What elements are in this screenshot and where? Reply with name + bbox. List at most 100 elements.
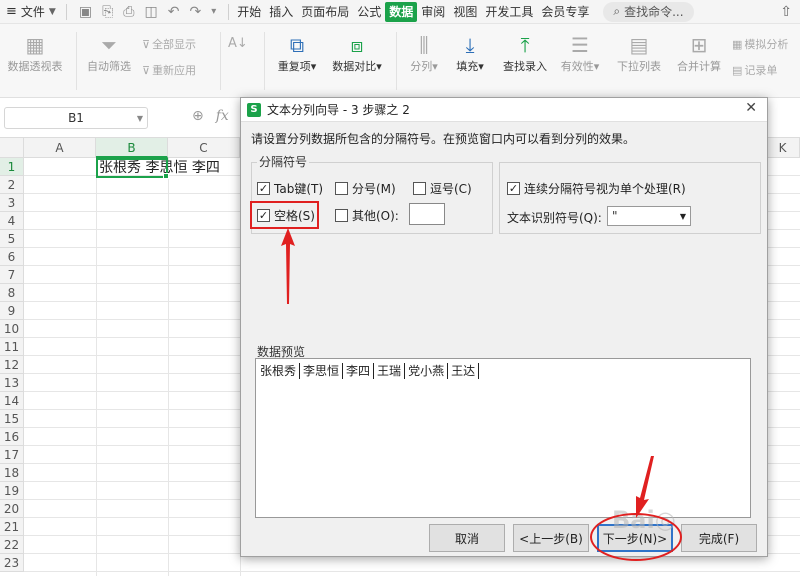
other-checkbox-label: 其他(O): (352, 209, 399, 223)
comma-checkbox[interactable]: 逗号(C) (413, 180, 472, 197)
sort-button[interactable]: A↓ (228, 36, 248, 51)
consecutive-checkbox[interactable]: ✓ 连续分隔符号视为单个处理(R) (507, 180, 686, 197)
finish-button[interactable]: 完成(F) (681, 524, 757, 552)
row-header[interactable]: 11 (0, 338, 24, 356)
pivot-table-button[interactable]: ▦ 数据透视表 (4, 32, 66, 74)
preview-cell: 党小燕 (408, 363, 449, 379)
row-header[interactable]: 16 (0, 428, 24, 446)
duplicates-icon: ⧉ (289, 33, 305, 57)
lookup-entry-button[interactable]: ⤒ 查找录入 (498, 32, 552, 74)
dialog-title: 文本分列向导 - 3 步骤之 2 (267, 103, 410, 117)
row-header[interactable]: 20 (0, 500, 24, 518)
tab-member[interactable]: 会员专享 (537, 2, 593, 22)
share-area[interactable]: ⇧ (780, 4, 800, 20)
back-button[interactable]: <上一步(B) (513, 524, 589, 552)
other-delimiter-input[interactable] (409, 203, 445, 225)
duplicates-button[interactable]: ⧉ 重复项▾ (272, 32, 322, 74)
ribbon: ▦ 数据透视表 ⏷ 自动筛选 ⊽ 全部显示 ⊽ 重新应用 A↓ ⧉ 重复项▾ ⧈… (0, 24, 800, 98)
row-header[interactable]: 21 (0, 518, 24, 536)
undo-icon[interactable]: ↶ (168, 4, 180, 20)
preview-icon[interactable]: ◫ (144, 4, 157, 20)
selected-cell-b1[interactable] (96, 158, 168, 178)
annotation-ellipse (590, 513, 682, 561)
comma-checkbox-label: 逗号(C) (430, 182, 472, 196)
row-header[interactable]: 15 (0, 410, 24, 428)
dialog-title-bar[interactable]: S 文本分列向导 - 3 步骤之 2 ✕ (241, 98, 767, 122)
reapply-button[interactable]: ⊽ 重新应用 (142, 62, 196, 78)
show-all-label: 全部显示 (152, 38, 197, 51)
other-checkbox[interactable]: 其他(O): (335, 207, 399, 224)
consecutive-checkbox-label: 连续分隔符号视为单个处理(R) (524, 182, 686, 196)
tab-home[interactable]: 开始 (233, 2, 265, 22)
row-header[interactable]: 7 (0, 266, 24, 284)
tab-review[interactable]: 审阅 (417, 2, 449, 22)
semicolon-checkbox[interactable]: 分号(M) (335, 180, 396, 197)
row-header[interactable]: 17 (0, 446, 24, 464)
show-all-button[interactable]: ⊽ 全部显示 (142, 36, 196, 52)
export-icon[interactable]: ⎘ (102, 4, 113, 20)
dropdown-list-button[interactable]: ▤ 下拉列表 (614, 32, 664, 74)
row-header[interactable]: 8 (0, 284, 24, 302)
row-header[interactable]: 12 (0, 356, 24, 374)
row-header[interactable]: 19 (0, 482, 24, 500)
column-header-c[interactable]: C (168, 138, 240, 158)
compare-button[interactable]: ⧈ 数据对比▾ (328, 32, 386, 74)
tab-formulas[interactable]: 公式 (353, 2, 385, 22)
annotation-arrow-down-icon (636, 456, 654, 518)
chevron-down-icon: ▼ (679, 211, 686, 221)
validity-button[interactable]: ☰ 有效性▾ (558, 32, 602, 74)
save-icon[interactable]: ▣ (79, 4, 92, 20)
row-header[interactable]: 4 (0, 212, 24, 230)
validity-label: 有效性▾ (560, 60, 600, 73)
tab-data[interactable]: 数据 (385, 1, 418, 22)
fill-handle[interactable] (163, 173, 169, 179)
column-header-k[interactable]: K (766, 138, 800, 158)
row-header[interactable]: 23 (0, 554, 24, 572)
tab-developer[interactable]: 开发工具 (481, 2, 537, 22)
tab-page-layout[interactable]: 页面布局 (297, 2, 353, 22)
formula-icons: ⊕ fx (192, 108, 229, 124)
column-header-b[interactable]: B (96, 138, 168, 158)
tab-view[interactable]: 视图 (449, 2, 481, 22)
annotation-highlight-box (250, 201, 319, 229)
row-header[interactable]: 3 (0, 194, 24, 212)
redo-icon[interactable]: ↷ (189, 4, 201, 20)
select-all-corner[interactable] (0, 138, 24, 158)
record-form-button[interactable]: ▤ 记录单 (732, 62, 777, 78)
row-header[interactable]: 6 (0, 248, 24, 266)
zoom-icon[interactable]: ⊕ (192, 108, 204, 124)
name-box[interactable]: B1 ▼ (4, 107, 148, 129)
fill-button[interactable]: ⤓ 填充▾ (450, 32, 490, 74)
filter-icon: ⏷ (101, 33, 117, 57)
close-icon[interactable]: ✕ (745, 100, 757, 116)
row-header[interactable]: 22 (0, 536, 24, 554)
data-preview[interactable]: 张根秀 李思恒 李四 王瑞 党小燕 王达 (255, 358, 751, 518)
row-header[interactable]: 13 (0, 374, 24, 392)
simulate-analysis-button[interactable]: ▦ 模拟分析 (732, 36, 788, 52)
fx-icon[interactable]: fx (216, 108, 229, 124)
sort-label: A↓ (228, 36, 248, 51)
row-header[interactable]: 18 (0, 464, 24, 482)
split-button[interactable]: ⫼ 分列▾ (404, 32, 444, 74)
check-icon: ✓ (507, 182, 520, 195)
divider (76, 32, 77, 90)
upload-icon: ⤒ (520, 33, 530, 57)
row-header[interactable]: 2 (0, 176, 24, 194)
consolidate-button[interactable]: ⊞ 合并计算 (674, 32, 724, 74)
row-header[interactable]: 14 (0, 392, 24, 410)
autofilter-button[interactable]: ⏷ 自动筛选 (84, 32, 134, 74)
row-header[interactable]: 10 (0, 320, 24, 338)
tab-checkbox[interactable]: ✓ Tab键(T) (257, 180, 323, 197)
row-header[interactable]: 1 (0, 158, 24, 176)
row-header[interactable]: 5 (0, 230, 24, 248)
print-icon[interactable]: ⎙ (123, 4, 134, 20)
grid-line (24, 571, 800, 572)
row-header[interactable]: 9 (0, 302, 24, 320)
command-search[interactable]: ⌕ 查找命令... (603, 1, 694, 22)
text-qualifier-select[interactable]: " ▼ (607, 206, 691, 226)
file-menu[interactable]: ≡ 文件 ▼ (0, 0, 62, 24)
tab-insert[interactable]: 插入 (265, 2, 297, 22)
column-header-a[interactable]: A (24, 138, 96, 158)
customize-icon[interactable]: ▾ (211, 6, 216, 17)
cancel-button[interactable]: 取消 (429, 524, 505, 552)
